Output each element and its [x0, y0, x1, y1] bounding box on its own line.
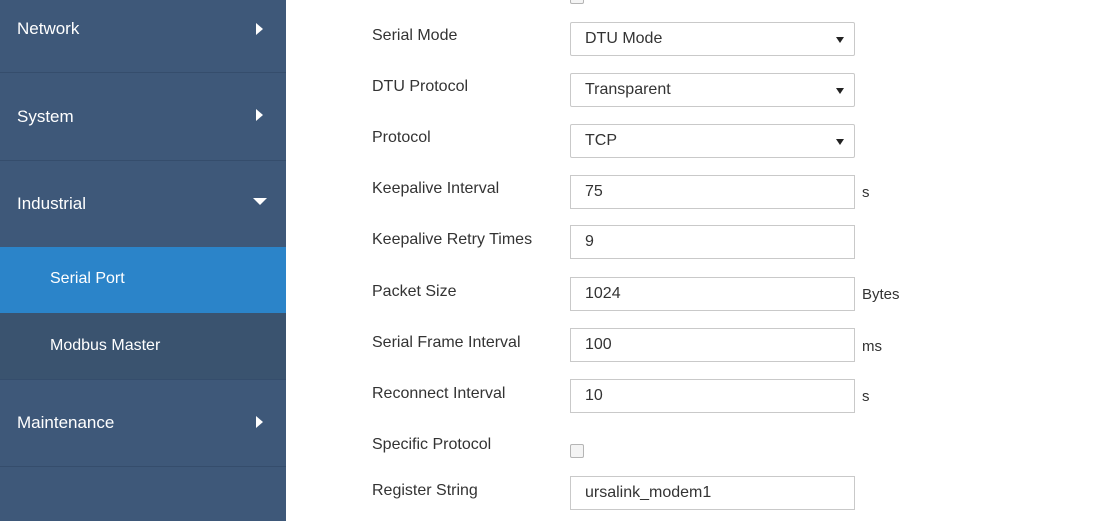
unit-label: Bytes	[862, 286, 900, 303]
select-value: DTU Mode	[585, 30, 663, 47]
specific-protocol-label: Specific Protocol	[372, 436, 492, 453]
keepalive-retry-input[interactable]: 9	[570, 225, 855, 259]
serial-frame-interval-input[interactable]: 100	[570, 328, 855, 362]
chevron-right-icon	[256, 23, 263, 35]
input-value: 9	[585, 233, 594, 250]
specific-protocol-checkbox[interactable]	[570, 444, 584, 458]
serial-mode-select[interactable]: DTU Mode	[570, 22, 855, 56]
register-string-input[interactable]: ursalink_modem1	[570, 476, 855, 510]
input-value: 1024	[585, 285, 621, 302]
sidebar-item-system[interactable]: System	[0, 73, 286, 160]
register-string-label: Register String	[372, 482, 478, 499]
reconnect-interval-input[interactable]: 10	[570, 379, 855, 413]
keepalive-interval-label: Keepalive Interval	[372, 180, 500, 197]
chevron-right-icon	[256, 109, 263, 121]
packet-size-input[interactable]: 1024	[570, 277, 855, 311]
input-value: 100	[585, 336, 612, 353]
dtu-protocol-label: DTU Protocol	[372, 78, 469, 95]
protocol-label: Protocol	[372, 129, 431, 146]
chevron-down-icon	[253, 198, 267, 205]
keepalive-interval-input[interactable]: 75	[570, 175, 855, 209]
dtu-protocol-select[interactable]: Transparent	[570, 73, 855, 107]
reconnect-interval-label: Reconnect Interval	[372, 385, 506, 402]
unit-label: s	[862, 184, 870, 201]
sidebar-item-label: Serial Port	[50, 270, 125, 287]
sidebar-item-modbus-master[interactable]: Modbus Master	[0, 313, 286, 379]
serial-mode-label: Serial Mode	[372, 27, 458, 44]
sidebar-item-label: System	[17, 107, 74, 126]
protocol-select[interactable]: TCP	[570, 124, 855, 158]
unit-label: s	[862, 388, 870, 405]
caret-down-icon	[836, 37, 844, 43]
input-value: ursalink_modem1	[585, 484, 712, 501]
sidebar-item-network[interactable]: Network	[0, 0, 286, 72]
sidebar-item-label: Network	[17, 19, 80, 38]
input-value: 75	[585, 183, 603, 200]
sidebar-item-label: Modbus Master	[50, 337, 161, 354]
caret-down-icon	[836, 139, 844, 145]
sidebar-item-maintenance[interactable]: Maintenance	[0, 380, 286, 466]
checkbox[interactable]	[570, 0, 584, 4]
caret-down-icon	[836, 88, 844, 94]
divider	[0, 466, 286, 467]
select-value: TCP	[585, 132, 617, 149]
sidebar-item-label: Maintenance	[17, 413, 115, 432]
sidebar-item-label: Industrial	[17, 194, 86, 213]
sidebar-item-serial-port[interactable]: Serial Port	[0, 247, 286, 313]
input-value: 10	[585, 387, 603, 404]
serial-frame-interval-label: Serial Frame Interval	[372, 334, 521, 351]
keepalive-retry-label: Keepalive Retry Times	[372, 231, 533, 248]
unit-label: ms	[862, 338, 882, 355]
sidebar: Network System Industrial Serial Port Mo…	[0, 0, 286, 521]
packet-size-label: Packet Size	[372, 283, 457, 300]
sidebar-item-industrial[interactable]: Industrial	[0, 161, 286, 247]
chevron-right-icon	[256, 416, 263, 428]
select-value: Transparent	[585, 81, 671, 98]
